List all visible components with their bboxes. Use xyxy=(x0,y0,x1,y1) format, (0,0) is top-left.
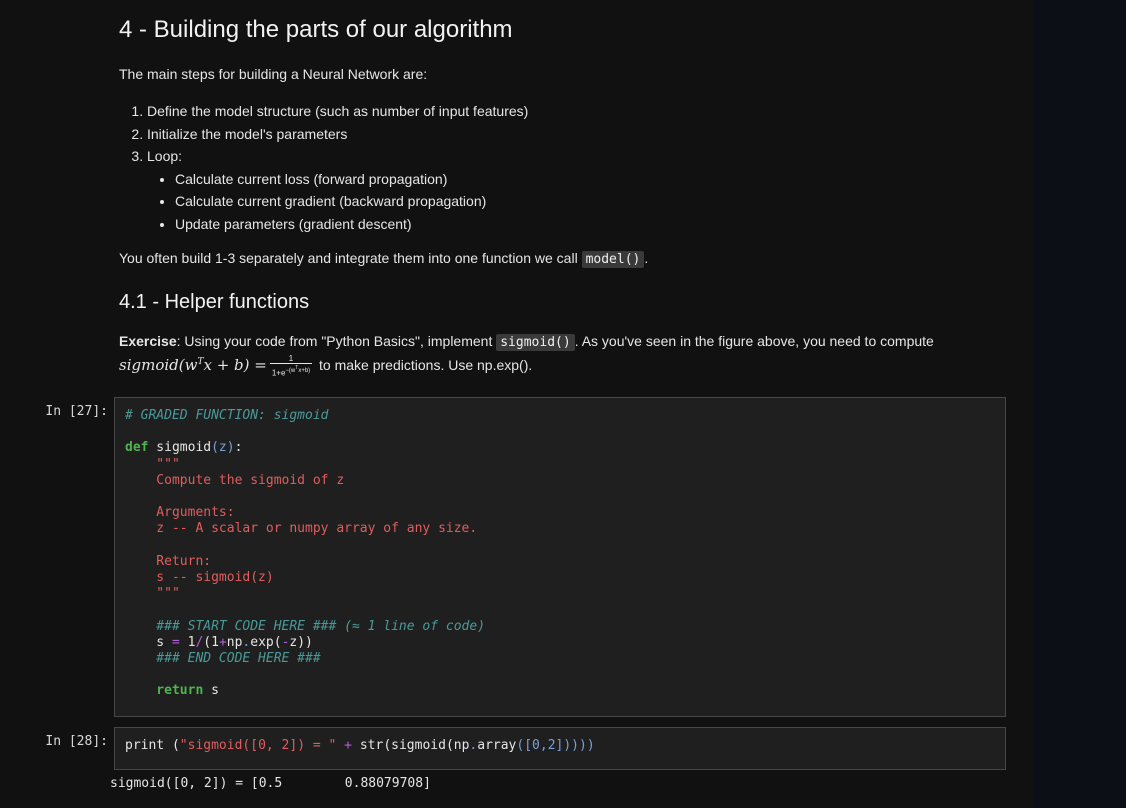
code-token: ( xyxy=(273,634,282,650)
docstring-line: s -- sigmoid(z) xyxy=(125,570,274,586)
code-comment: # GRADED FUNCTION: sigmoid xyxy=(125,408,329,423)
code-token: sigmoid xyxy=(391,738,446,753)
docstring-line: Compute the sigmoid of z xyxy=(125,472,345,488)
code-token: ( xyxy=(171,738,180,753)
code-token: array xyxy=(477,738,517,753)
exercise-label: Exercise xyxy=(119,333,177,349)
function-args: (z) xyxy=(211,440,235,456)
code-token: )) xyxy=(297,634,313,650)
cell-output: sigmoid([0, 2]) = [0.5 0.88079708] xyxy=(110,776,431,791)
code-cell-print[interactable]: print ("sigmoid([0, 2]) = " + str(sigmoi… xyxy=(114,727,1006,770)
code-token: s xyxy=(125,634,172,650)
keyword-return: return xyxy=(125,683,204,699)
code-comment: ### END CODE HERE ### xyxy=(125,651,321,667)
step-label: Loop: xyxy=(147,148,183,164)
right-gutter xyxy=(1034,0,1126,808)
den-exp: −(w xyxy=(285,368,296,375)
step-item: Initialize the model's parameters xyxy=(147,123,528,146)
den-exp-rest: x+b) xyxy=(298,368,311,375)
exercise-text: : Using your code from "Python Basics", … xyxy=(176,333,493,349)
docstring-open: """ xyxy=(125,456,180,472)
code-token: 0,2 xyxy=(532,738,556,753)
code-cell-sigmoid[interactable]: # GRADED FUNCTION: sigmoid def sigmoid(z… xyxy=(114,397,1006,717)
code-token: np xyxy=(453,738,470,753)
keyword-def: def xyxy=(125,440,149,456)
summary-paragraph: You often build 1-3 separately and integ… xyxy=(119,248,969,270)
function-name: sigmoid xyxy=(148,440,212,456)
docstring-line: Return: xyxy=(125,553,212,569)
section-heading: 4 - Building the parts of our algorithm xyxy=(119,16,513,43)
den-base: 1+e xyxy=(271,369,286,379)
loop-substeps: Calculate current loss (forward propagat… xyxy=(147,168,528,236)
code-token: ( xyxy=(445,738,454,753)
formula-lhs: sigmoid(w xyxy=(119,356,198,374)
step-item: Loop: Calculate current loss (forward pr… xyxy=(147,145,528,235)
inline-code-sigmoid: sigmoid() xyxy=(496,334,575,351)
substep-item: Update parameters (gradient descent) xyxy=(175,213,528,236)
inline-code-model: model() xyxy=(581,251,645,268)
code-token: np xyxy=(226,634,243,650)
formula-fraction: 1 1+e−(wTx+b) xyxy=(269,354,313,378)
formula-suffix: to make predictions. Use np.exp(). xyxy=(319,357,533,373)
summary-text: You often build 1-3 separately and integ… xyxy=(119,250,578,266)
code-token: ( xyxy=(383,738,392,753)
code-editor[interactable]: # GRADED FUNCTION: sigmoid def sigmoid(z… xyxy=(115,398,1005,710)
substep-item: Calculate current gradient (backward pro… xyxy=(175,190,528,213)
code-token: 1 xyxy=(179,634,196,650)
notebook-panel: 4 - Building the parts of our algorithm … xyxy=(0,0,1034,808)
code-operator: + xyxy=(218,634,227,650)
code-token: str xyxy=(359,738,384,753)
code-token: print xyxy=(125,738,172,753)
cell-prompt: In [28]: xyxy=(45,734,108,749)
cell-prompt: In [27]: xyxy=(45,404,108,419)
intro-paragraph: The main steps for building a Neural Net… xyxy=(119,66,428,82)
code-token: ( xyxy=(203,634,212,650)
code-token: 1 xyxy=(211,634,219,650)
docstring-line: z -- A scalar or numpy array of any size… xyxy=(125,521,478,537)
code-comment: ### START CODE HERE ### (≈ 1 line of cod… xyxy=(125,618,486,634)
exercise-paragraph: Exercise: Using your code from "Python B… xyxy=(119,331,969,353)
code-colon: : xyxy=(234,440,243,456)
code-token: exp xyxy=(250,634,274,650)
formula-mid: x + b) = xyxy=(203,356,267,374)
docstring-line: Arguments: xyxy=(125,505,235,521)
code-token: s xyxy=(203,683,219,699)
formula-line: sigmoid(wTx + b) = 1 1+e−(wTx+b) to make p… xyxy=(119,352,969,378)
formula: sigmoid(wTx + b) = xyxy=(119,356,267,374)
exercise-rest: . As you've seen in the figure above, yo… xyxy=(574,333,934,349)
fraction-numerator: 1 xyxy=(269,354,313,365)
code-token: ])))) xyxy=(555,738,595,753)
step-item: Define the model structure (such as numb… xyxy=(147,100,528,123)
docstring-close: """ xyxy=(125,586,180,602)
code-operator: + xyxy=(336,738,360,753)
steps-list: Define the model structure (such as numb… xyxy=(119,100,528,235)
code-editor[interactable]: print ("sigmoid([0, 2]) = " + str(sigmoi… xyxy=(115,728,1005,764)
substep-item: Calculate current loss (forward propagat… xyxy=(175,168,528,191)
subsection-heading: 4.1 - Helper functions xyxy=(119,291,310,313)
string-literal: "sigmoid([0, 2]) = " xyxy=(179,738,337,753)
fraction-denominator: 1+e−(wTx+b) xyxy=(270,364,312,378)
summary-suffix: . xyxy=(644,250,649,266)
code-operator: = xyxy=(171,634,180,650)
code-token: ([ xyxy=(516,738,533,753)
